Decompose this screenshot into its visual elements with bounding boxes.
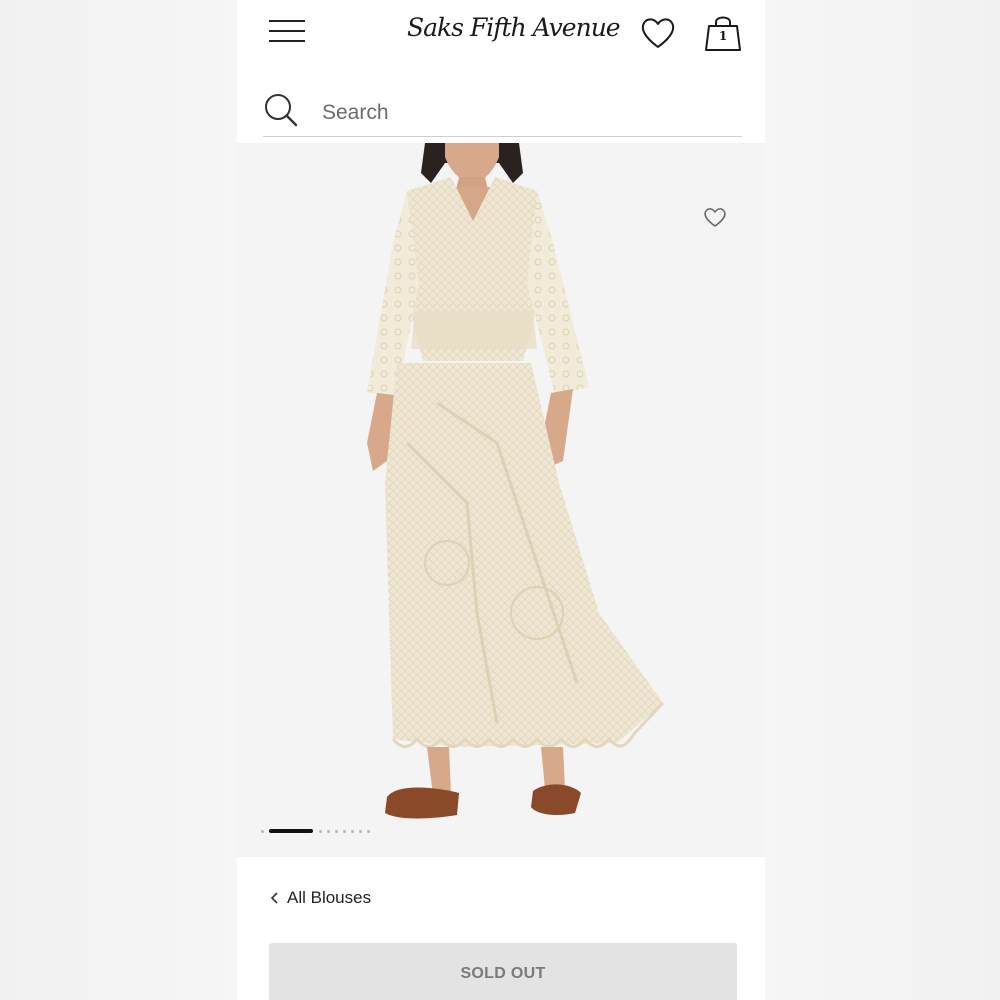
carousel-dot[interactable] (367, 829, 370, 833)
sold-out-label: SOLD OUT (460, 965, 546, 982)
mobile-viewport: Saks Fifth Avenue 1 Search All Blouses S… (237, 0, 765, 1000)
chevron-left-icon (270, 892, 278, 904)
product-image-carousel[interactable] (237, 143, 765, 857)
search-bar[interactable] (263, 88, 742, 137)
menu-line (269, 30, 305, 32)
shopping-bag-icon[interactable]: 1 (703, 12, 743, 54)
sold-out-button[interactable]: SOLD OUT (269, 943, 737, 1000)
carousel-dot-active[interactable] (269, 829, 313, 833)
menu-line (269, 20, 305, 22)
breadcrumb-label: All Blouses (287, 888, 372, 907)
saks-logo[interactable]: Saks Fifth Avenue (407, 8, 621, 48)
carousel-dot[interactable] (319, 829, 322, 833)
product-image (367, 143, 665, 819)
carousel-indicators (261, 827, 375, 835)
carousel-dot[interactable] (351, 829, 354, 833)
breadcrumb-back-link[interactable]: All Blouses (270, 886, 371, 910)
search-input[interactable] (320, 96, 724, 130)
carousel-dot[interactable] (359, 829, 362, 833)
search-icon[interactable] (263, 92, 299, 128)
carousel-dot[interactable] (261, 829, 264, 833)
menu-line (269, 40, 305, 42)
wishlist-heart-icon[interactable] (639, 14, 677, 52)
carousel-dot[interactable] (335, 829, 338, 833)
site-header: Saks Fifth Avenue 1 (237, 0, 765, 70)
hamburger-menu-icon[interactable] (269, 18, 305, 44)
favorite-heart-outline-icon[interactable] (702, 204, 728, 230)
carousel-dot[interactable] (327, 829, 330, 833)
bag-count-badge: 1 (718, 29, 728, 43)
carousel-dot[interactable] (343, 829, 346, 833)
